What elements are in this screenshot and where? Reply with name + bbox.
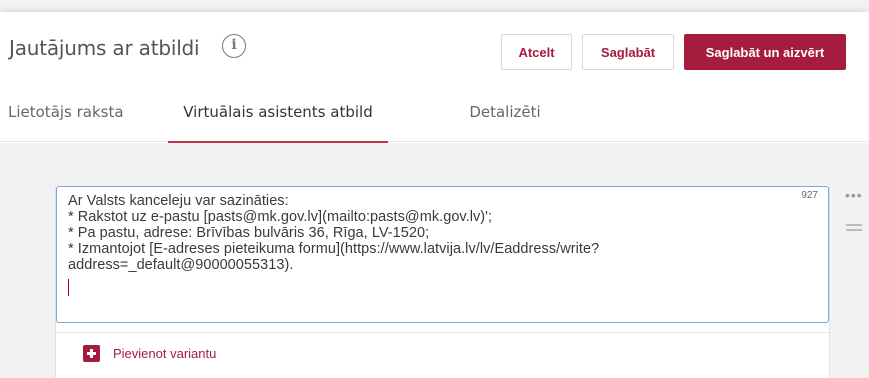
- save-and-close-button[interactable]: Saglabāt un aizvērt: [684, 34, 846, 70]
- header: Jautājums ar atbildi i Atcelt Saglabāt S…: [0, 12, 869, 82]
- add-variant-button[interactable]: Pievienot variantu: [83, 343, 216, 363]
- answer-text[interactable]: Ar Valsts kanceleju var sazināties: * Ra…: [68, 193, 798, 273]
- add-variant-label: Pievienot variantu: [113, 345, 217, 361]
- page-title: Jautājums ar atbildi: [9, 36, 200, 60]
- text-caret: [68, 279, 69, 296]
- more-options-icon[interactable]: •••: [845, 188, 863, 202]
- tab-assistant-answers[interactable]: Virtuālais asistents atbild: [168, 82, 388, 143]
- answer-textarea[interactable]: Ar Valsts kanceleju var sazināties: * Ra…: [56, 186, 829, 323]
- tab-bar: Lietotājs raksta Virtuālais asistents at…: [0, 82, 869, 143]
- character-count: 927: [801, 190, 818, 201]
- tab-user-writes[interactable]: Lietotājs raksta: [8, 82, 148, 142]
- plus-square-icon: [83, 344, 100, 362]
- cancel-button[interactable]: Atcelt: [501, 34, 572, 70]
- tab-details[interactable]: Detalizēti: [445, 82, 565, 142]
- divider: [56, 332, 829, 333]
- save-button[interactable]: Saglabāt: [582, 34, 674, 70]
- drag-handle-icon[interactable]: [846, 224, 862, 231]
- info-icon[interactable]: i: [222, 34, 246, 58]
